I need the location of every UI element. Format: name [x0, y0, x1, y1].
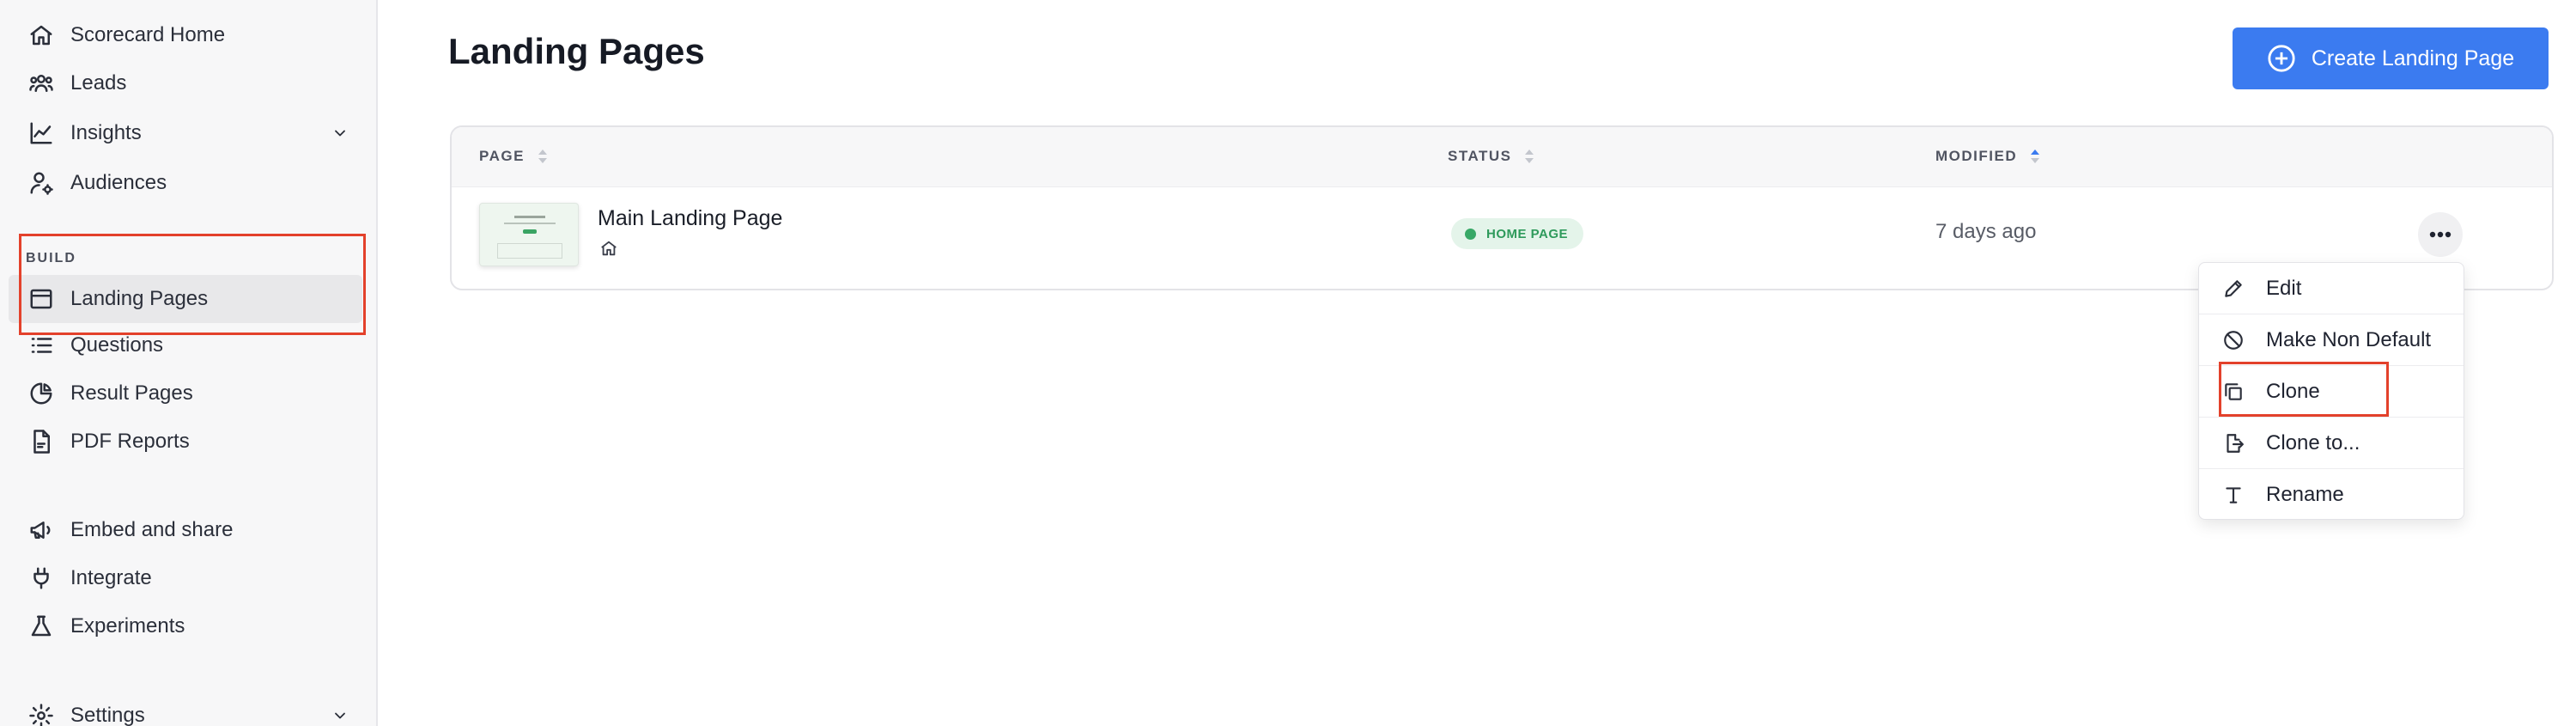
page-name[interactable]: Main Landing Page	[598, 206, 782, 231]
chevron-down-icon[interactable]	[330, 123, 350, 143]
pdf-file-icon	[26, 426, 57, 457]
sidebar-item-label: Scorecard Home	[70, 23, 226, 46]
menu-item-edit[interactable]: Edit	[2199, 263, 2464, 314]
column-header-status[interactable]: STATUS	[1448, 148, 1535, 165]
sidebar-item-label: Result Pages	[70, 381, 193, 405]
users-icon	[26, 68, 57, 99]
sidebar-item-audiences[interactable]: Audiences	[26, 162, 350, 204]
page-title: Landing Pages	[448, 31, 705, 71]
plug-icon	[26, 563, 57, 594]
sidebar-item-label: Audiences	[70, 171, 167, 194]
modified-date: 7 days ago	[1935, 220, 2037, 243]
pie-chart-icon	[26, 378, 57, 409]
create-landing-page-button[interactable]: Create Landing Page	[2233, 27, 2549, 89]
section-label-build: BUILD	[26, 251, 76, 265]
text-icon	[2221, 483, 2245, 507]
chart-line-icon	[26, 118, 57, 149]
row-actions-menu: Edit Make Non Default Clone Clone to... …	[2198, 262, 2464, 520]
sidebar-item-settings[interactable]: Settings	[26, 694, 350, 726]
sort-ascending-icon	[2031, 149, 2040, 163]
copy-icon	[2221, 380, 2245, 404]
sort-icon	[538, 149, 547, 163]
home-icon	[26, 20, 57, 51]
home-icon	[599, 239, 618, 258]
list-icon	[26, 330, 57, 361]
sidebar-item-experiments[interactable]: Experiments	[26, 605, 350, 648]
sidebar-item-scorecard-home[interactable]: Scorecard Home	[26, 14, 350, 57]
column-header-page[interactable]: PAGE	[479, 148, 549, 165]
megaphone-icon	[26, 515, 57, 546]
user-settings-icon	[26, 168, 57, 198]
sidebar-item-pdf-reports[interactable]: PDF Reports	[26, 420, 350, 463]
sidebar-item-questions[interactable]: Questions	[26, 324, 350, 367]
menu-item-rename[interactable]: Rename	[2199, 469, 2464, 521]
sidebar-item-integrate[interactable]: Integrate	[26, 557, 350, 600]
page-thumbnail[interactable]	[479, 203, 579, 266]
sidebar-item-label: Experiments	[70, 614, 185, 638]
sidebar-item-insights[interactable]: Insights	[26, 112, 350, 155]
menu-item-make-non-default[interactable]: Make Non Default	[2199, 314, 2464, 366]
sidebar-item-label: Landing Pages	[70, 287, 209, 310]
sidebar-item-leads[interactable]: Leads	[26, 62, 350, 105]
menu-item-clone[interactable]: Clone	[2199, 366, 2464, 418]
flask-icon	[26, 611, 57, 642]
more-actions-button[interactable]	[2418, 212, 2463, 257]
menu-item-clone-to[interactable]: Clone to...	[2199, 418, 2464, 469]
status-badge: HOME PAGE	[1451, 218, 1584, 249]
sidebar-item-label: PDF Reports	[70, 430, 190, 453]
pencil-icon	[2221, 277, 2245, 301]
more-horizontal-icon	[2429, 231, 2451, 238]
sidebar-item-result-pages[interactable]: Result Pages	[26, 372, 350, 415]
sidebar: Scorecard Home Leads Insights Audiences …	[0, 0, 378, 726]
column-header-modified[interactable]: MODIFIED	[1935, 148, 2041, 165]
ban-icon	[2221, 328, 2245, 352]
create-button-label: Create Landing Page	[2311, 46, 2515, 70]
plus-circle-icon	[2268, 45, 2295, 72]
sidebar-item-embed-and-share[interactable]: Embed and share	[26, 509, 350, 552]
status-dot	[1465, 228, 1476, 240]
sidebar-item-label: Integrate	[70, 566, 152, 589]
sidebar-item-label: Leads	[70, 71, 127, 95]
browser-window-icon	[26, 284, 57, 314]
sidebar-item-label: Insights	[70, 121, 142, 144]
sidebar-item-label: Settings	[70, 704, 145, 726]
chevron-down-icon[interactable]	[330, 705, 350, 726]
sort-icon	[1525, 149, 1534, 163]
gear-icon	[26, 700, 57, 726]
table-header: PAGE STATUS MODIFIED	[452, 127, 2552, 187]
sidebar-item-label: Embed and share	[70, 518, 234, 541]
sidebar-item-label: Questions	[70, 333, 164, 357]
sidebar-item-landing-pages[interactable]: Landing Pages	[26, 278, 350, 320]
file-export-icon	[2221, 431, 2245, 455]
